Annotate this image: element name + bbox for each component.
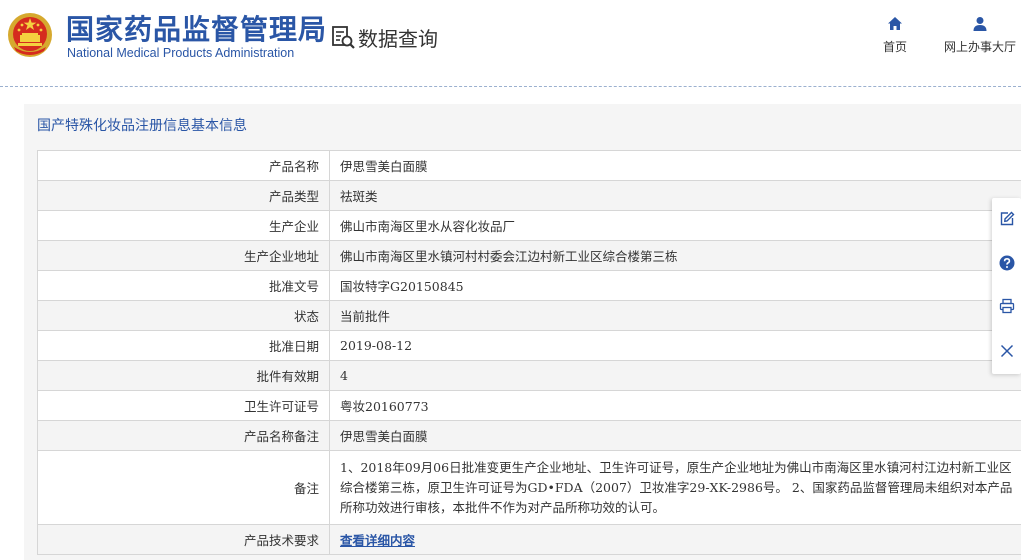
edit-icon <box>1000 211 1015 226</box>
table-row: 状态 当前批件 <box>37 300 1021 331</box>
user-icon <box>973 17 987 31</box>
panel-title: 国产特殊化妆品注册信息基本信息 <box>37 118 247 134</box>
table-row: 批准文号 国妆特字G20150845 <box>37 270 1021 301</box>
site-header: 国家药品监督管理局 National Medical Products Admi… <box>0 0 1021 86</box>
view-details-link[interactable]: 查看详细内容 <box>340 533 415 548</box>
field-value: 查看详细内容 <box>329 524 1021 555</box>
info-panel: 国产特殊化妆品注册信息基本信息 产品名称 伊思雪美白面膜 产品类型 祛斑类 生产… <box>24 104 1021 560</box>
field-label: 产品名称 <box>37 150 330 181</box>
field-value: 祛斑类 <box>329 180 1021 211</box>
field-label: 生产企业 <box>37 210 330 241</box>
help-button[interactable] <box>999 255 1015 271</box>
close-button[interactable] <box>999 343 1015 359</box>
field-label: 产品技术要求 <box>37 524 330 555</box>
close-icon <box>1000 344 1014 358</box>
field-value: 伊思雪美白面膜 <box>329 420 1021 451</box>
field-value: 国妆特字G20150845 <box>329 270 1021 301</box>
document-search-icon <box>332 26 355 49</box>
nav-online-hall[interactable]: 网上办事大厅 <box>942 16 1018 55</box>
org-name-en: National Medical Products Administration <box>67 46 295 60</box>
field-label: 卫生许可证号 <box>37 390 330 421</box>
field-value: 佛山市南海区里水从容化妆品厂 <box>329 210 1021 241</box>
registration-info-table: 产品名称 伊思雪美白面膜 产品类型 祛斑类 生产企业 佛山市南海区里水从容化妆品… <box>37 150 1021 555</box>
field-value: 粤妆20160773 <box>329 390 1021 421</box>
print-button[interactable] <box>999 298 1015 314</box>
header-divider <box>0 86 1021 87</box>
field-label: 批件有效期 <box>37 360 330 391</box>
field-value: 当前批件 <box>329 300 1021 331</box>
data-query-label: 数据查询 <box>358 26 438 51</box>
nav-online-hall-label: 网上办事大厅 <box>943 40 1016 54</box>
table-row: 产品技术要求 查看详细内容 <box>37 524 1021 555</box>
table-row: 产品名称备注 伊思雪美白面膜 <box>37 420 1021 451</box>
nav-home-label: 首页 <box>882 40 907 54</box>
field-label: 备注 <box>37 450 330 525</box>
field-label: 生产企业地址 <box>37 240 330 271</box>
field-label: 批准文号 <box>37 270 330 301</box>
data-query-link[interactable]: 数据查询 <box>330 22 438 52</box>
table-row: 批准日期 2019-08-12 <box>37 330 1021 361</box>
edit-button[interactable] <box>999 211 1015 227</box>
table-row: 产品名称 伊思雪美白面膜 <box>37 150 1021 181</box>
side-toolbar <box>992 198 1021 374</box>
nav-home[interactable]: 首页 <box>875 16 915 55</box>
org-name-cn: 国家药品监督管理局 <box>66 13 328 46</box>
home-icon <box>888 17 902 30</box>
field-label: 状态 <box>37 300 330 331</box>
field-label: 产品名称备注 <box>37 420 330 451</box>
field-value: 4 <box>329 360 1021 391</box>
table-row: 生产企业 佛山市南海区里水从容化妆品厂 <box>37 210 1021 241</box>
help-icon <box>999 255 1015 271</box>
table-row: 产品类型 祛斑类 <box>37 180 1021 211</box>
table-row: 批件有效期 4 <box>37 360 1021 391</box>
field-label: 批准日期 <box>37 330 330 361</box>
table-row: 备注 1、2018年09月06日批准变更生产企业地址、卫生许可证号，原生产企业地… <box>37 450 1021 525</box>
field-value: 佛山市南海区里水镇河村村委会江边村新工业区综合楼第三栋 <box>329 240 1021 271</box>
field-label: 产品类型 <box>37 180 330 211</box>
field-value: 伊思雪美白面膜 <box>329 150 1021 181</box>
remarks-value: 1、2018年09月06日批准变更生产企业地址、卫生许可证号，原生产企业地址为佛… <box>329 450 1021 525</box>
table-row: 卫生许可证号 粤妆20160773 <box>37 390 1021 421</box>
national-emblem-icon <box>8 13 52 57</box>
print-icon <box>999 298 1015 314</box>
field-value: 2019-08-12 <box>329 330 1021 361</box>
table-row: 生产企业地址 佛山市南海区里水镇河村村委会江边村新工业区综合楼第三栋 <box>37 240 1021 271</box>
